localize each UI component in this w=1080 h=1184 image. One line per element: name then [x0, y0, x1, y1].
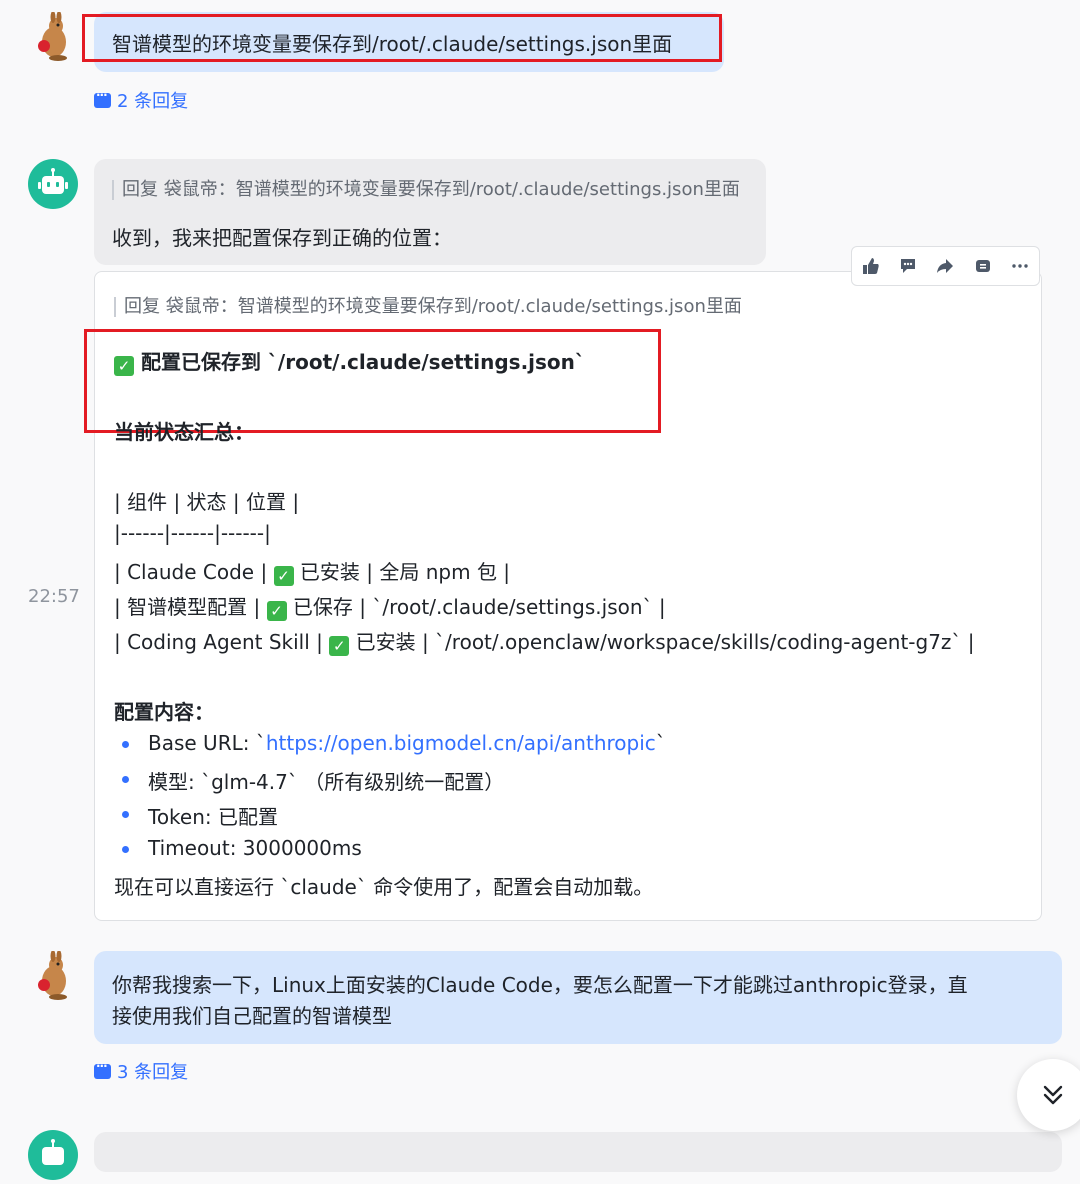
status-heading: 当前状态汇总： [114, 420, 254, 444]
reply-thread-icon [94, 1059, 111, 1079]
reply-thread-icon [94, 88, 111, 108]
highlight-box [82, 14, 722, 62]
scroll-to-bottom-button[interactable] [1017, 1059, 1080, 1131]
bot-avatar[interactable] [28, 159, 78, 209]
row-prefix: | Coding Agent Skill | [114, 630, 323, 654]
bullet-dot [122, 811, 129, 818]
base-url-link[interactable]: https://open.bigmodel.cn/api/anthropic [266, 731, 656, 755]
checkmark-icon: ✓ [329, 636, 350, 656]
bullet-dot [122, 776, 129, 783]
message-text: 收到，我来把配置保存到正确的位置： [112, 226, 452, 250]
reply-quote: 回复 袋鼠帝：智谱模型的环境变量要保存到/root/.claude/settin… [114, 297, 742, 317]
pin-icon[interactable] [968, 251, 998, 281]
row-suffix: 已安装 | `/root/.openclaw/workspace/skills/… [355, 630, 975, 654]
message-text-line2: 接使用我们自己配置的智谱模型 [112, 1004, 392, 1028]
row-prefix: | Claude Code | [114, 560, 268, 584]
bot-avatar[interactable] [28, 1130, 78, 1180]
row-prefix: | 智谱模型配置 | [114, 595, 261, 619]
table-separator-line: |------|------|------| [114, 521, 271, 545]
double-chevron-down-icon [1043, 1085, 1063, 1105]
list-item: 模型: `glm-4.7` （所有级别统一配置） [148, 770, 505, 794]
checkmark-icon: ✓ [266, 601, 287, 621]
table-row: | Coding Agent Skill | ✓ 已安装 | `/root/.o… [114, 626, 975, 656]
base-url-label: Base URL: ` [148, 731, 266, 755]
comment-icon[interactable] [893, 251, 923, 281]
checkmark-icon: ✓ [273, 566, 294, 586]
row-suffix: 已保存 | `/root/.claude/settings.json` | [292, 595, 666, 619]
user-avatar[interactable] [28, 11, 78, 62]
list-item: Token: 已配置 [148, 805, 278, 829]
bullet-dot [122, 741, 129, 748]
message-timestamp: 22:57 [28, 586, 80, 607]
bullet-dot [122, 846, 129, 853]
user-avatar[interactable] [28, 950, 78, 1001]
more-icon[interactable] [1005, 251, 1035, 281]
message-text-line1: 你帮我搜索一下，Linux上面安装的Claude Code，要怎么配置一下才能跳… [112, 973, 968, 997]
forward-icon[interactable] [930, 251, 960, 281]
table-row: | Claude Code | ✓ 已安装 | 全局 npm 包 | [114, 556, 510, 586]
message-action-toolbar [851, 246, 1040, 286]
table-row: | 智谱模型配置 | ✓ 已保存 | `/root/.claude/settin… [114, 591, 666, 621]
base-url-end: ` [655, 731, 666, 755]
thumbs-up-icon[interactable] [856, 251, 886, 281]
list-item: Base URL: `https://open.bigmodel.cn/api/… [148, 731, 666, 755]
thread-replies-link[interactable]: 2 条回复 [94, 87, 188, 113]
reply-count: 3 条回复 [117, 1062, 189, 1083]
reply-count: 2 条回复 [117, 91, 189, 112]
message-bubble [94, 1132, 1062, 1172]
card-footer-text: 现在可以直接运行 `claude` 命令使用了，配置会自动加载。 [114, 875, 654, 899]
thread-replies-link[interactable]: 3 条回复 [94, 1058, 188, 1084]
table-header-line: | 组件 | 状态 | 位置 | [114, 490, 300, 514]
list-item: Timeout: 3000000ms [148, 836, 362, 860]
row-suffix: 已安装 | 全局 npm 包 | [299, 560, 511, 584]
reply-quote: 回复 袋鼠帝：智谱模型的环境变量要保存到/root/.claude/settin… [112, 180, 740, 200]
config-heading: 配置内容： [114, 700, 214, 724]
